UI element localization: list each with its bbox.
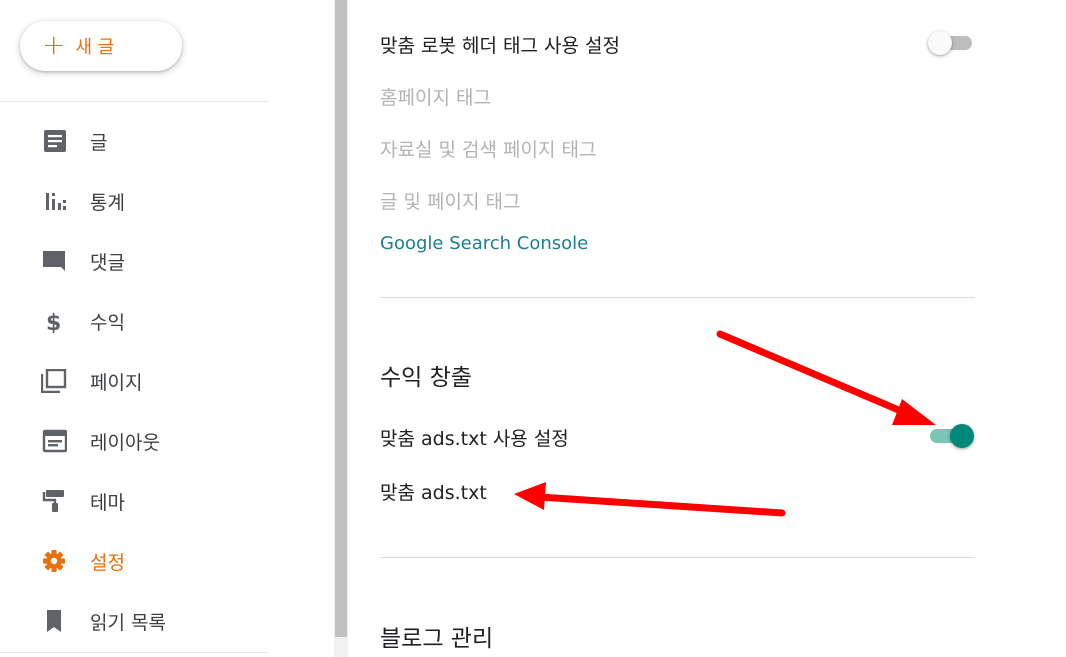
sidebar-item-layout[interactable]: 레이아웃 xyxy=(0,417,268,465)
new-post-button[interactable]: + 새 글 xyxy=(20,21,182,71)
sidebar: + 새 글 글 통계 댓글 $ 수익 페이지 레이아웃 테마 설정 읽기 목록 xyxy=(0,0,268,657)
sidebar-item-label: 댓글 xyxy=(90,251,125,274)
sidebar-item-label: 통계 xyxy=(90,191,125,214)
section-divider xyxy=(380,297,975,298)
dollar-icon: $ xyxy=(46,311,61,333)
archive-search-tags-item: 자료실 및 검색 페이지 태그 xyxy=(380,139,597,161)
toggle-knob xyxy=(950,424,974,448)
google-search-console-link[interactable]: Google Search Console xyxy=(380,233,588,254)
sidebar-item-posts[interactable]: 글 xyxy=(0,117,268,165)
posts-icon xyxy=(44,130,66,152)
custom-robots-header-toggle[interactable] xyxy=(928,29,976,57)
homepage-tags-item: 홈페이지 태그 xyxy=(380,87,491,109)
comments-icon xyxy=(43,251,65,271)
new-post-label: 새 글 xyxy=(75,37,115,58)
blog-management-section-title: 블로그 관리 xyxy=(380,626,494,652)
plus-icon: + xyxy=(42,28,66,61)
sidebar-item-label: 수익 xyxy=(90,311,125,334)
sidebar-item-label: 레이아웃 xyxy=(90,431,160,454)
post-page-tags-item: 글 및 페이지 태그 xyxy=(380,191,521,213)
sidebar-scrollbar[interactable] xyxy=(334,0,348,657)
sidebar-item-label: 글 xyxy=(90,131,108,154)
monetization-section-title: 수익 창출 xyxy=(380,365,472,391)
pages-icon xyxy=(41,369,67,393)
gear-icon xyxy=(43,550,65,572)
sidebar-divider xyxy=(0,101,268,102)
settings-panel: 맞춤 로봇 헤더 태그 사용 설정 홈페이지 태그 자료실 및 검색 페이지 태… xyxy=(352,0,1066,657)
sidebar-item-theme[interactable]: 테마 xyxy=(0,477,268,525)
custom-ads-txt-enable-label: 맞춤 ads.txt 사용 설정 xyxy=(380,428,569,450)
custom-ads-txt-toggle[interactable] xyxy=(926,422,974,450)
sidebar-item-label: 테마 xyxy=(90,491,125,514)
svg-text:$: $ xyxy=(46,311,61,333)
sidebar-item-pages[interactable]: 페이지 xyxy=(0,357,268,405)
sidebar-item-label: 설정 xyxy=(90,551,125,574)
layout-icon xyxy=(42,429,67,453)
sidebar-item-earnings[interactable]: $ 수익 xyxy=(0,297,268,345)
theme-paint-roller-icon xyxy=(42,490,64,512)
custom-robots-header-label: 맞춤 로봇 헤더 태그 사용 설정 xyxy=(380,35,620,57)
section-divider xyxy=(380,557,975,558)
sidebar-item-comments[interactable]: 댓글 xyxy=(0,237,268,285)
sidebar-item-label: 페이지 xyxy=(90,371,143,394)
stats-icon xyxy=(46,193,66,210)
bookmark-icon xyxy=(47,610,61,632)
sidebar-item-settings[interactable]: 설정 xyxy=(0,537,268,585)
sidebar-item-label: 읽기 목록 xyxy=(90,611,166,634)
sidebar-divider xyxy=(0,652,268,653)
scrollbar-thumb[interactable] xyxy=(335,0,347,637)
sidebar-item-stats[interactable]: 통계 xyxy=(0,177,268,225)
sidebar-item-reading-list[interactable]: 읽기 목록 xyxy=(0,597,268,645)
custom-ads-txt-item[interactable]: 맞춤 ads.txt xyxy=(380,478,487,505)
toggle-knob xyxy=(928,31,952,55)
